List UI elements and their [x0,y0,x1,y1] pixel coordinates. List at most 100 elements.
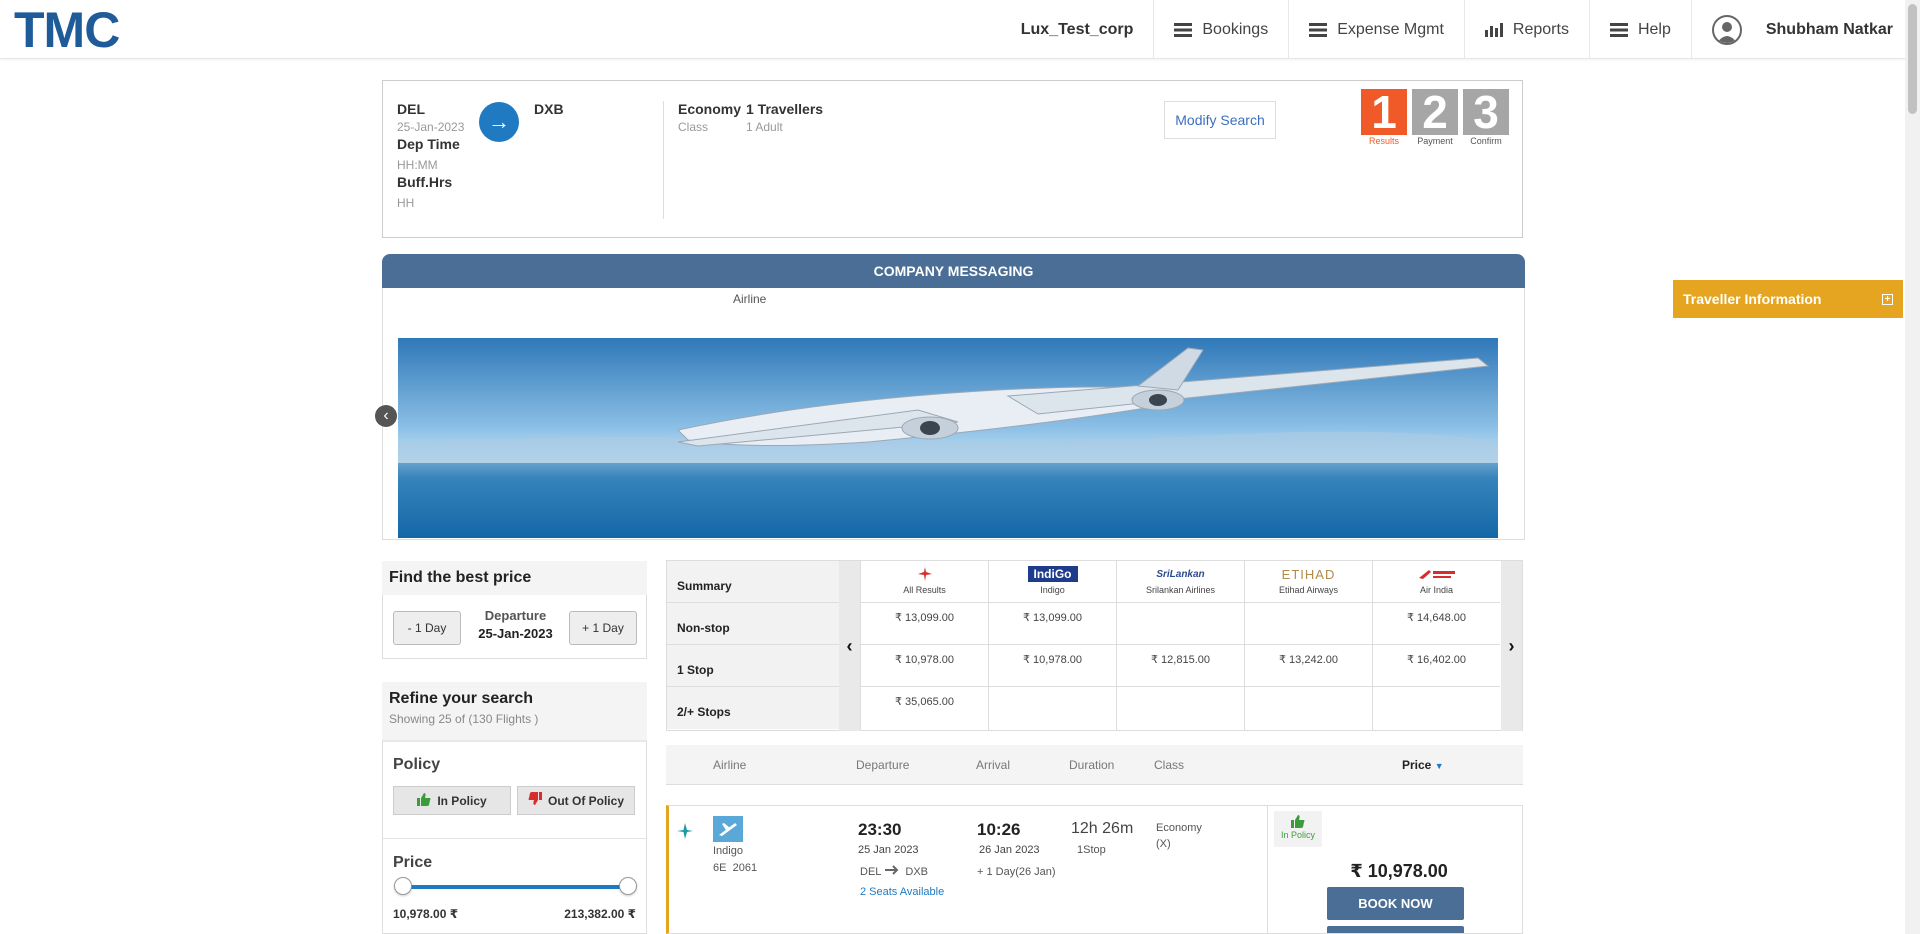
corp-name[interactable]: Lux_Test_corp [1001,0,1154,59]
col-arrival[interactable]: Arrival [976,758,1010,772]
banner-prev-button[interactable]: ‹ [375,405,397,427]
fare-cell[interactable]: ₹ 35,065.00 [861,687,988,729]
traveller-information-panel[interactable]: Traveller Information + [1673,280,1903,318]
bar-chart-icon [1484,22,1503,37]
nav-help[interactable]: Help [1588,0,1691,59]
fare-cell[interactable]: ₹ 10,978.00 [989,645,1116,687]
arrival-date: 26 Jan 2023 [979,844,1040,856]
scrollbar-thumb[interactable] [1908,4,1917,114]
fare-cell[interactable]: ₹ 13,099.00 [861,603,988,645]
traveller-information-label: Traveller Information [1683,291,1822,307]
flight-no: 2061 [732,862,758,874]
row-label-summary: Summary [667,561,839,603]
departure-date: 25 Jan 2023 [858,844,919,856]
divider [663,101,664,219]
airline-name: Srilankan Airlines [1145,585,1216,595]
refine-search: Refine your search Showing 25 of (130 Fl… [382,682,647,934]
col-airline[interactable]: Airline [713,758,746,772]
stops[interactable]: 1Stop [1077,844,1106,856]
matrix-col-air-india[interactable]: Air India ₹ 14,648.00 ₹ 16,402.00 [1372,561,1500,731]
results-column-header: Airline Departure Arrival Duration Class… [666,745,1523,785]
tmc-logo[interactable]: TMC [14,5,120,55]
matrix-col-all-results[interactable]: All Results ₹ 13,099.00 ₹ 10,978.00 ₹ 35… [860,561,988,731]
refine-body: Policy In Policy Out Of Policy Price 10,… [382,740,647,934]
user-menu[interactable]: Shubham Natkar [1690,0,1905,59]
nav-expense-mgmt[interactable]: Expense Mgmt [1288,0,1464,59]
booking-steps: 1 Results 2 Payment 3 Confirm [1361,89,1509,146]
modify-search-button[interactable]: Modify Search [1164,101,1276,139]
fare-cell[interactable] [1117,687,1244,729]
nav-bookings-label: Bookings [1202,20,1269,38]
nav-reports[interactable]: Reports [1463,0,1589,59]
matrix-col-etihad[interactable]: ETIHAD Etihad Airways ₹ 13,242.00 [1244,561,1372,731]
fare-cell[interactable]: ₹ 10,978.00 [861,645,988,687]
fare-cell[interactable]: ₹ 14,648.00 [1373,603,1500,645]
fare-cell[interactable]: ₹ 13,242.00 [1245,645,1372,687]
thumbs-down-icon [528,792,542,809]
page-scrollbar[interactable] [1905,0,1920,934]
out-of-policy-filter-button[interactable]: Out Of Policy [517,786,635,815]
class-block: Economy Class [678,101,741,134]
col-price-sort[interactable]: Price ▼ [1402,758,1444,772]
fare-class-code: (X) [1156,838,1171,850]
col-class[interactable]: Class [1154,758,1184,772]
fare-cell[interactable]: ₹ 12,815.00 [1117,645,1244,687]
airline-header[interactable]: All Results [861,561,988,603]
price-slider-track[interactable] [403,885,628,889]
fare-cell[interactable] [989,687,1116,729]
price-slider-max-handle[interactable] [619,877,637,895]
dep-time-label: Dep Time [397,136,460,152]
buff-hrs-value: HH [397,196,415,210]
fare-cell[interactable] [1117,603,1244,645]
matrix-col-srilankan[interactable]: SriLankan Srilankan Airlines ₹ 12,815.00 [1116,561,1244,731]
step-label: Results [1368,136,1399,146]
flights-count: Showing 25 of (130 Flights ) [389,712,539,726]
in-policy-badge: In Policy [1274,811,1322,847]
matrix-col-indigo[interactable]: IndiGo Indigo ₹ 13,099.00 ₹ 10,978.00 [988,561,1116,731]
flight-icon [676,822,694,843]
fare-price: ₹ 10,978.00 [1350,861,1448,881]
airline-header[interactable]: IndiGo Indigo [989,561,1116,603]
plus-one-day-button[interactable]: + 1 Day [569,611,637,645]
airline-name: Indigo [713,845,743,857]
destination-code: DXB [534,101,564,117]
fare-cell[interactable]: ₹ 13,099.00 [989,603,1116,645]
flight-result-card[interactable]: Indigo 6E 2061 23:30 25 Jan 2023 DEL DXB… [666,805,1523,934]
departure-time: 23:30 [858,820,902,839]
col-price-label: Price [1402,758,1432,772]
best-price-body: - 1 Day Departure 25-Jan-2023 + 1 Day [382,595,647,659]
airline-header[interactable]: ETIHAD Etihad Airways [1245,561,1372,603]
flight-number: 6E 2061 [713,862,757,874]
col-departure[interactable]: Departure [856,758,909,772]
expand-icon[interactable]: + [1882,293,1893,305]
thumbs-up-icon [1291,815,1305,830]
book-now-button[interactable]: BOOK NOW [1327,887,1464,920]
travellers-value: 1 Travellers [746,101,824,117]
seats-available-link[interactable]: 2 Seats Available [860,886,944,898]
price-max-value: 213,382.00 ₹ [564,907,636,921]
out-of-policy-label: Out Of Policy [547,793,624,808]
srilankan-logo: SriLankan [1156,568,1205,580]
arrival-time: 10:26 [977,820,1021,839]
fare-cell[interactable]: ₹ 16,402.00 [1373,645,1500,687]
matrix-prev-button[interactable]: ‹ [839,561,860,731]
route-from: DEL [860,865,882,878]
in-policy-filter-button[interactable]: In Policy [393,786,511,815]
top-header: TMC Lux_Test_corp Bookings Expense Mgmt … [0,0,1905,59]
nav-bookings[interactable]: Bookings [1153,0,1288,59]
fare-cell[interactable] [1245,687,1372,729]
airline-header[interactable]: Air India [1373,561,1500,603]
fare-cell[interactable] [1245,603,1372,645]
fare-cell[interactable] [1373,687,1500,729]
matrix-next-button[interactable]: › [1501,561,1522,731]
airline-header[interactable]: SriLankan Srilankan Airlines [1117,561,1244,603]
col-duration[interactable]: Duration [1069,758,1114,772]
price-slider-min-handle[interactable] [394,877,412,895]
secondary-button[interactable] [1327,926,1464,933]
travellers-block: 1 Travellers 1 Adult [746,101,823,134]
step-number: 1 [1361,89,1407,135]
user-avatar-icon [1711,14,1742,45]
top-nav: Lux_Test_corp Bookings Expense Mgmt Repo… [1001,0,1905,59]
step-number: 2 [1412,89,1458,135]
step-label: Payment [1417,136,1453,146]
